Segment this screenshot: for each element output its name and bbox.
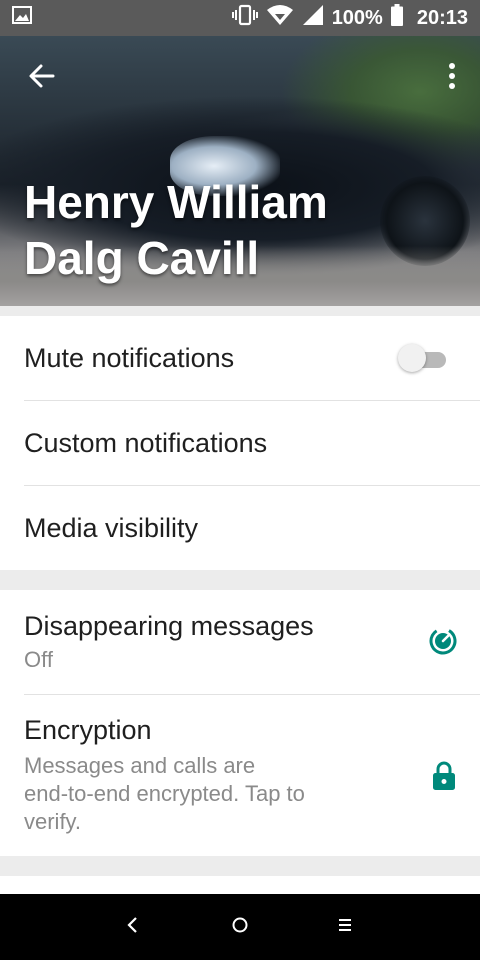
custom-notifications-row[interactable]: Custom notifications [0,401,480,485]
privacy-card: Disappearing messages Off Encryption Mes… [0,590,480,856]
lock-icon [432,761,456,796]
battery-percent: 100% [331,6,383,29]
system-navigation-bar [0,894,480,960]
notification-settings-card: Mute notifications Custom notifications … [0,316,480,570]
mute-notifications-toggle[interactable] [398,344,446,372]
back-button[interactable] [24,60,60,96]
disappearing-messages-row[interactable]: Disappearing messages Off [0,590,480,694]
cellular-signal-icon [302,4,324,32]
contact-name: Henry William Dalg Cavill [24,176,328,284]
vibrate-icon [231,4,258,32]
chevron-left-icon [126,916,140,939]
encryption-row[interactable]: Encryption Messages and calls are end-to… [0,695,480,856]
nav-menu-button[interactable] [330,912,360,942]
more-vertical-icon [448,62,456,95]
encryption-label: Encryption [24,715,152,745]
home-circle-icon [231,916,249,939]
battery-icon [390,4,403,32]
encryption-description: Messages and calls are end-to-end encryp… [24,753,305,834]
status-clock: 20:13 [416,6,468,29]
overflow-menu-button[interactable] [444,60,460,96]
arrow-left-icon [28,62,56,95]
disappearing-messages-label: Disappearing messages [24,610,314,641]
wifi-icon [266,4,294,32]
media-visibility-row[interactable]: Media visibility [0,486,480,570]
mute-notifications-row[interactable]: Mute notifications [0,316,480,400]
nav-back-button[interactable] [118,912,148,942]
media-visibility-label: Media visibility [24,512,199,543]
status-bar: 100% 20:13 [0,0,480,36]
nav-home-button[interactable] [225,912,255,942]
toggle-thumb [398,344,426,372]
gallery-notification-icon [12,5,32,31]
next-section-card [0,876,480,896]
mute-notifications-label: Mute notifications [24,342,235,373]
custom-notifications-label: Custom notifications [24,427,268,458]
menu-lines-icon [337,917,353,938]
timer-icon [428,626,458,661]
disappearing-messages-value: Off [24,646,53,672]
